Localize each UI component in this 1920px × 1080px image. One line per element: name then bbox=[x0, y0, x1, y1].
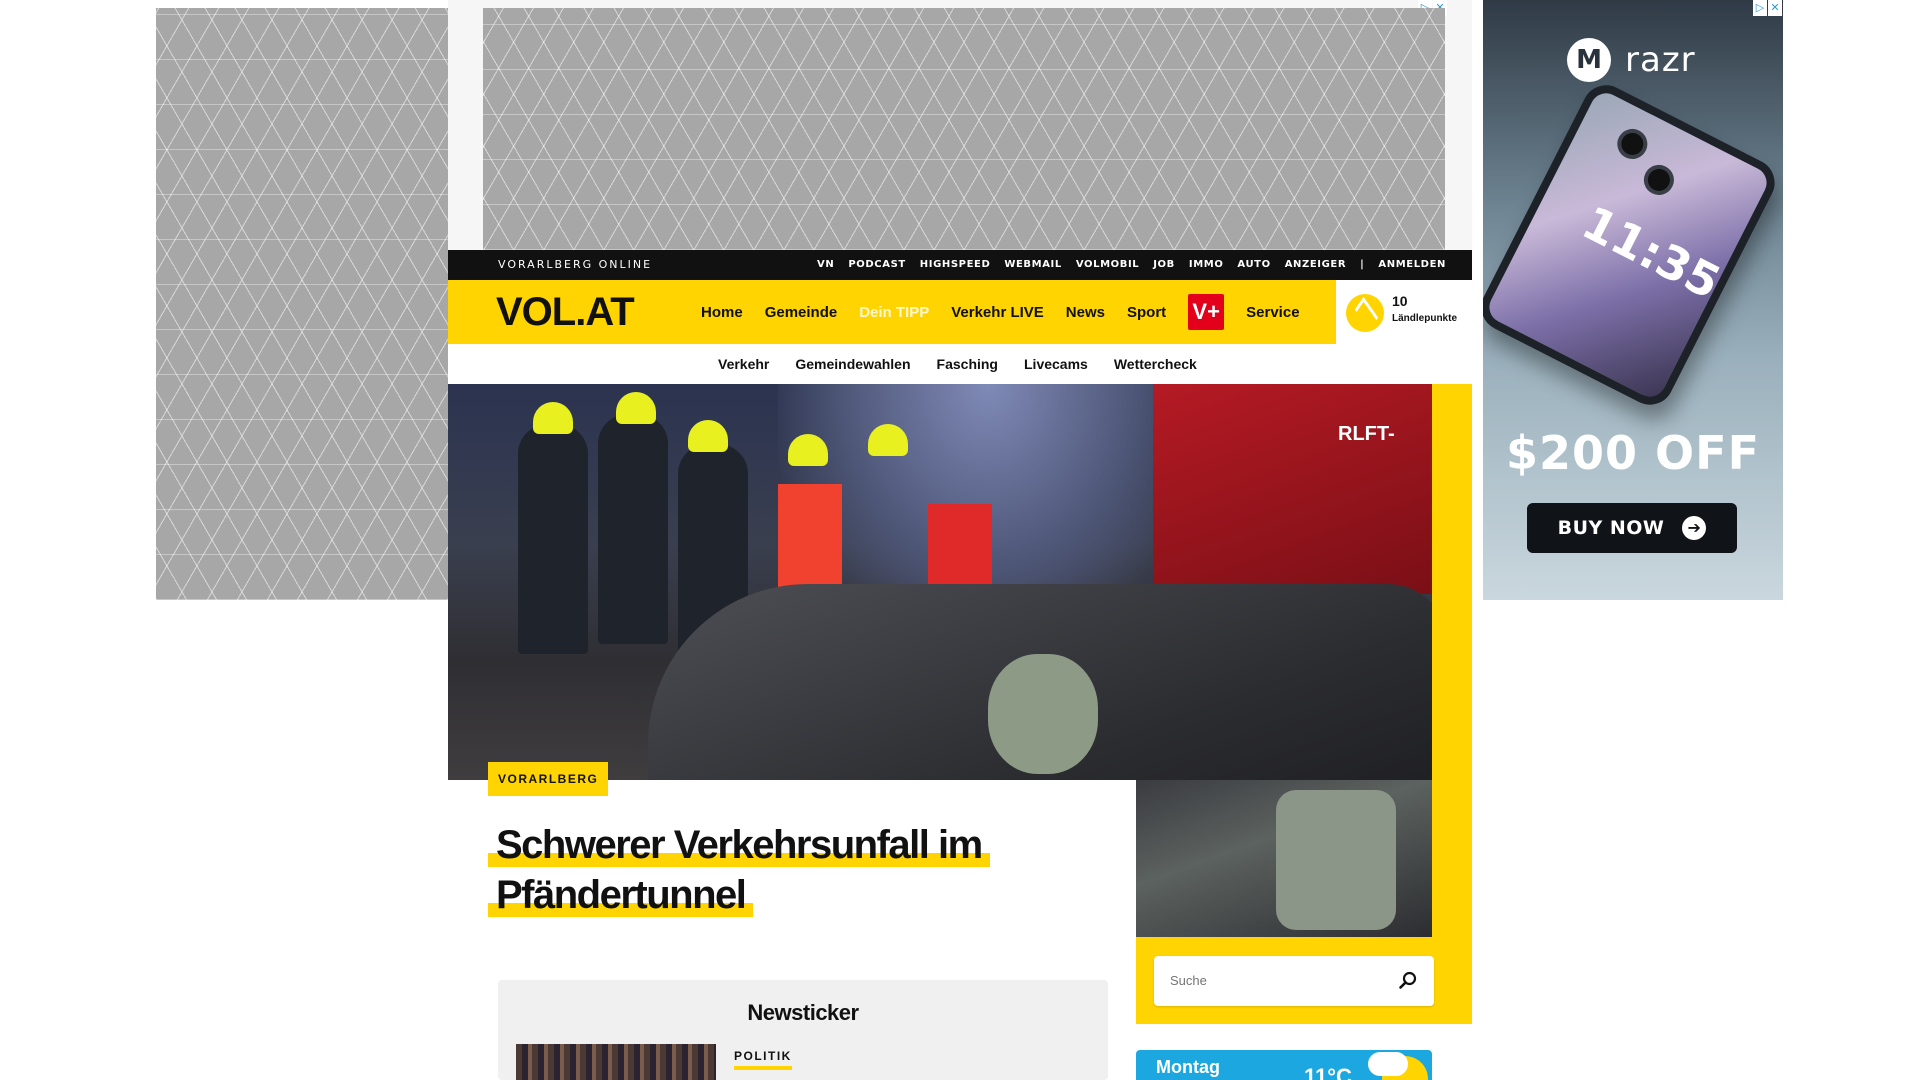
utility-link-vn[interactable]: VN bbox=[817, 250, 834, 280]
adchoices-icon[interactable]: ▷✕ bbox=[1753, 0, 1782, 16]
points-value: 10 bbox=[1392, 293, 1408, 309]
fire-truck-label: RLFT- bbox=[1338, 423, 1395, 445]
utility-link-anzeiger[interactable]: ANZEIGER bbox=[1285, 250, 1346, 280]
subnav-item-fasching[interactable]: Fasching bbox=[937, 357, 998, 371]
subnav-item-livecams[interactable]: Livecams bbox=[1024, 357, 1088, 371]
article-hero-image[interactable]: RLFT- bbox=[448, 384, 1432, 780]
phone-clock: 11:35 bbox=[1573, 195, 1729, 310]
helmet bbox=[616, 392, 656, 424]
ad-offer-text: $200 OFF bbox=[1506, 426, 1760, 480]
motorola-logo-icon: M bbox=[1567, 38, 1611, 82]
ad-brand-name: razr bbox=[1625, 40, 1696, 80]
article-category-badge[interactable]: VORARLBERG bbox=[488, 762, 609, 796]
right-sidebar-ad[interactable]: ▷ ✕ M razr 11:35 $200 OFF BUY NOW ➔ bbox=[1483, 0, 1783, 600]
helmet bbox=[788, 434, 828, 466]
buy-now-button[interactable]: BUY NOW ➔ bbox=[1527, 503, 1737, 553]
utility-link-auto[interactable]: AUTO bbox=[1237, 250, 1270, 280]
nav-item-sport[interactable]: Sport bbox=[1127, 305, 1166, 320]
subnav-item-wettercheck[interactable]: Wettercheck bbox=[1114, 357, 1197, 371]
left-skyscraper-ad[interactable] bbox=[156, 8, 448, 600]
newsticker-box: Newsticker POLITIK bbox=[498, 980, 1108, 1080]
newsticker-thumbnail[interactable] bbox=[516, 1044, 716, 1080]
car-seat bbox=[1276, 790, 1396, 930]
nav-item-dein-tipp[interactable]: Dein TIPP bbox=[859, 305, 929, 320]
camera-icon bbox=[1612, 123, 1653, 165]
top-banner-ad[interactable] bbox=[483, 8, 1445, 250]
search-box bbox=[1154, 956, 1434, 1006]
arrow-right-icon: ➔ bbox=[1682, 516, 1707, 540]
close-icon: ✕ bbox=[1768, 0, 1782, 16]
utility-divider: | bbox=[1360, 259, 1365, 270]
firefighter bbox=[598, 414, 668, 644]
utility-link-immo[interactable]: IMMO bbox=[1189, 250, 1224, 280]
nav-item-news[interactable]: News bbox=[1066, 305, 1105, 320]
utility-link-webmail[interactable]: WEBMAIL bbox=[1004, 250, 1061, 280]
ad-brand-logo: M razr bbox=[1567, 38, 1696, 82]
phone-image: 11:35 bbox=[1483, 77, 1783, 413]
site-container: VORARLBERG ONLINE VN PODCAST HIGHSPEED W… bbox=[448, 250, 1472, 1080]
utility-link-highspeed[interactable]: HIGHSPEED bbox=[920, 250, 991, 280]
newsticker-title: Newsticker bbox=[747, 1000, 859, 1025]
utility-link-job[interactable]: JOB bbox=[1153, 250, 1175, 280]
firefighter bbox=[518, 424, 588, 654]
main-nav-items: Home Gemeinde Dein TIPP Verkehr LIVE New… bbox=[701, 280, 1300, 344]
subnav-item-gemeindewahlen[interactable]: Gemeindewahlen bbox=[795, 357, 910, 371]
utility-link-podcast[interactable]: PODCAST bbox=[848, 250, 905, 280]
main-navigation: VOL.AT Home Gemeinde Dein TIPP Verkehr L… bbox=[448, 280, 1472, 344]
login-link[interactable]: ANMELDEN bbox=[1378, 250, 1446, 280]
fire-truck bbox=[1153, 384, 1432, 594]
nav-item-service[interactable]: Service bbox=[1246, 305, 1299, 320]
article-headline[interactable]: Schwerer Verkehrsunfall im Pfändertunnel bbox=[488, 820, 1048, 920]
weather-widget[interactable]: Montag 11°C bbox=[1136, 1050, 1432, 1080]
site-logo[interactable]: VOL.AT bbox=[496, 288, 635, 336]
newsticker-category[interactable]: POLITIK bbox=[734, 1050, 792, 1070]
sub-navigation: Verkehr Gemeindewahlen Fasching Livecams… bbox=[448, 344, 1472, 384]
camera-icon bbox=[1638, 159, 1680, 201]
weather-temperature: 11°C bbox=[1304, 1064, 1352, 1080]
points-label: Ländlepunkte bbox=[1392, 313, 1458, 324]
search-input[interactable] bbox=[1170, 956, 1380, 1006]
search-icon[interactable] bbox=[1398, 970, 1418, 990]
article-hero-image-continuation bbox=[1136, 780, 1432, 937]
helmet bbox=[868, 424, 908, 456]
airbag bbox=[988, 654, 1098, 774]
nav-item-home[interactable]: Home bbox=[701, 305, 743, 320]
top-utility-bar: VORARLBERG ONLINE VN PODCAST HIGHSPEED W… bbox=[448, 250, 1472, 280]
laendlepunkte-widget[interactable]: 10 Ländlepunkte bbox=[1336, 280, 1472, 344]
helmet bbox=[533, 402, 573, 434]
nav-item-gemeinde[interactable]: Gemeinde bbox=[765, 305, 838, 320]
nav-item-verkehr-live[interactable]: Verkehr LIVE bbox=[951, 305, 1044, 320]
subnav-item-verkehr[interactable]: Verkehr bbox=[718, 357, 769, 371]
cloud-icon bbox=[1368, 1052, 1408, 1076]
mountain-sun-icon bbox=[1346, 294, 1384, 332]
weather-day: Montag bbox=[1156, 1057, 1220, 1077]
vplus-button[interactable]: V+ bbox=[1188, 294, 1225, 330]
utility-links: VN PODCAST HIGHSPEED WEBMAIL VOLMOBIL JO… bbox=[817, 250, 1446, 280]
site-network-name: VORARLBERG ONLINE bbox=[498, 258, 653, 271]
helmet bbox=[688, 420, 728, 452]
utility-link-volmobil[interactable]: VOLMOBIL bbox=[1076, 250, 1139, 280]
buy-now-label: BUY NOW bbox=[1557, 516, 1665, 539]
